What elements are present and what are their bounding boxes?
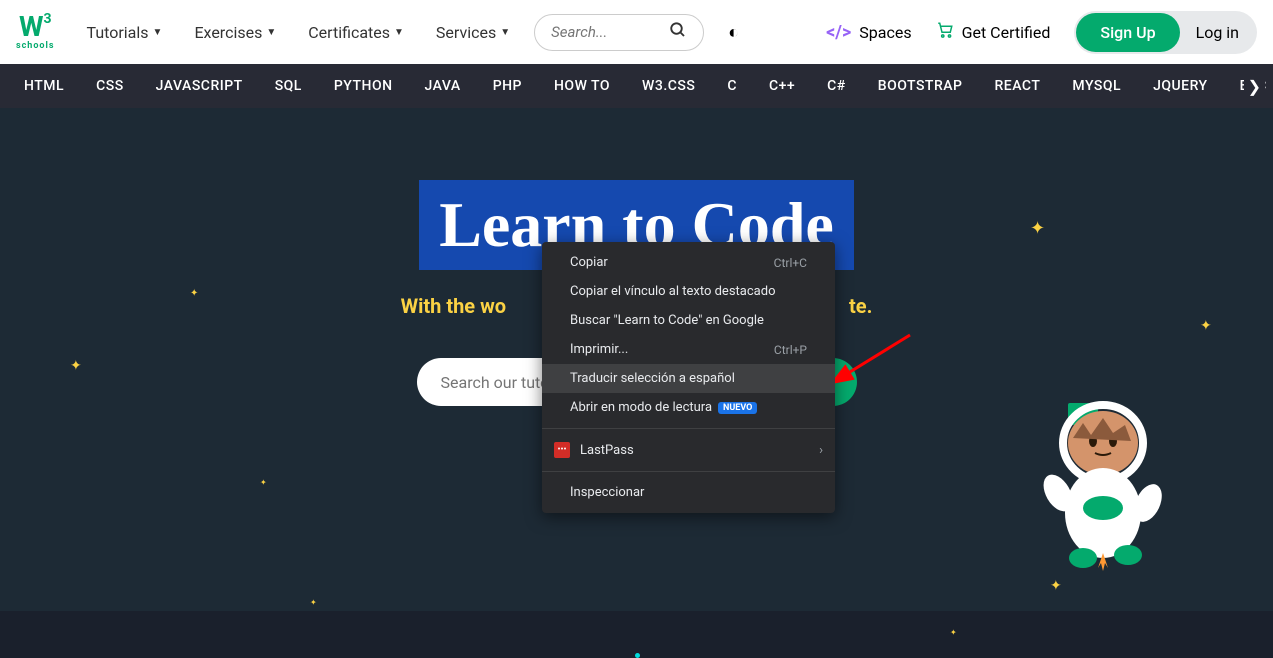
- main-nav-items: Tutorials▼ Exercises▼ Certificates▼ Serv…: [87, 23, 511, 42]
- ctx-reader-mode[interactable]: Abrir en modo de lectura NUEVO: [542, 393, 835, 422]
- nav-bootstrap[interactable]: BOOTSTRAP: [862, 78, 979, 94]
- search-input[interactable]: [551, 23, 669, 41]
- nav-csharp[interactable]: C#: [811, 78, 862, 94]
- context-menu: Copiar Ctrl+C Copiar el vínculo al texto…: [542, 242, 835, 513]
- language-navigation: HTML CSS JAVASCRIPT SQL PYTHON JAVA PHP …: [0, 64, 1273, 108]
- nav-java[interactable]: JAVA: [409, 78, 477, 94]
- spaces-link[interactable]: </> Spaces: [826, 22, 911, 43]
- ctx-translate[interactable]: Traducir selección a español: [542, 364, 835, 393]
- annotation-arrow: [835, 330, 915, 394]
- star-icon: ✦: [950, 628, 957, 637]
- logo-subtitle: schools: [16, 41, 55, 51]
- context-menu-separator: [542, 428, 835, 429]
- nav-w3css[interactable]: W3.CSS: [626, 78, 711, 94]
- caret-down-icon: ▼: [153, 27, 163, 38]
- star-icon: ✦: [70, 358, 82, 374]
- chevron-right-icon[interactable]: ❯: [1244, 77, 1265, 96]
- lastpass-icon: •••: [554, 442, 570, 458]
- nav-c[interactable]: C: [711, 78, 753, 94]
- nav-react[interactable]: REACT: [979, 78, 1057, 94]
- nav-howto[interactable]: HOW TO: [538, 78, 626, 94]
- ctx-copy-link[interactable]: Copiar el vínculo al texto destacado: [542, 277, 835, 306]
- login-button[interactable]: Log in: [1180, 13, 1255, 52]
- nav-css[interactable]: CSS: [80, 78, 140, 94]
- top-navigation: W 3 schools Tutorials▼ Exercises▼ Certif…: [0, 0, 1273, 64]
- astronaut-illustration: [1013, 393, 1173, 573]
- right-nav: </> Spaces Get Certified Sign Up Log in: [826, 11, 1257, 54]
- chevron-right-icon: ›: [819, 443, 823, 458]
- get-certified-link[interactable]: Get Certified: [936, 21, 1051, 44]
- star-icon: ✦: [190, 288, 198, 299]
- new-badge: NUEVO: [718, 402, 757, 414]
- nav-exercises[interactable]: Exercises▼: [194, 23, 276, 42]
- ctx-inspect[interactable]: Inspeccionar: [542, 478, 835, 507]
- nav-html[interactable]: HTML: [8, 78, 80, 94]
- dot-decoration: [635, 653, 640, 658]
- search-icon[interactable]: [669, 21, 687, 44]
- nav-sql[interactable]: SQL: [259, 78, 318, 94]
- star-icon: ✦: [1030, 218, 1045, 239]
- logo-sup: 3: [43, 11, 51, 27]
- nav-javascript[interactable]: JAVASCRIPT: [140, 78, 259, 94]
- nav-php[interactable]: PHP: [477, 78, 538, 94]
- star-icon: ✦: [310, 598, 317, 607]
- context-menu-separator: [542, 471, 835, 472]
- nav-services[interactable]: Services▼: [436, 23, 510, 42]
- star-icon: ✦: [260, 478, 267, 487]
- caret-down-icon: ▼: [394, 27, 404, 38]
- ctx-lastpass[interactable]: ••• LastPass ›: [542, 435, 835, 465]
- search-box[interactable]: [534, 14, 704, 51]
- nav-tutorials[interactable]: Tutorials▼: [87, 23, 163, 42]
- star-icon: ✦: [1050, 578, 1062, 594]
- ctx-copy[interactable]: Copiar Ctrl+C: [542, 248, 835, 277]
- star-icon: ✦: [1200, 318, 1212, 334]
- code-icon: </>: [826, 22, 851, 43]
- logo-letter: W: [19, 13, 44, 41]
- ctx-print[interactable]: Imprimir... Ctrl+P: [542, 335, 835, 364]
- cart-icon: [936, 21, 954, 44]
- signup-button[interactable]: Sign Up: [1076, 13, 1179, 52]
- w3schools-logo[interactable]: W 3 schools: [16, 13, 55, 51]
- nav-cpp[interactable]: C++: [753, 78, 811, 94]
- ctx-search-google[interactable]: Buscar "Learn to Code" en Google: [542, 306, 835, 335]
- caret-down-icon: ▼: [266, 27, 276, 38]
- nav-python[interactable]: PYTHON: [318, 78, 409, 94]
- nav-certificates[interactable]: Certificates▼: [308, 23, 404, 42]
- theme-toggle-icon[interactable]: ◐: [728, 22, 739, 43]
- caret-down-icon: ▼: [500, 27, 510, 38]
- nav-mysql[interactable]: MYSQL: [1056, 78, 1137, 94]
- nav-jquery[interactable]: JQUERY: [1137, 78, 1224, 94]
